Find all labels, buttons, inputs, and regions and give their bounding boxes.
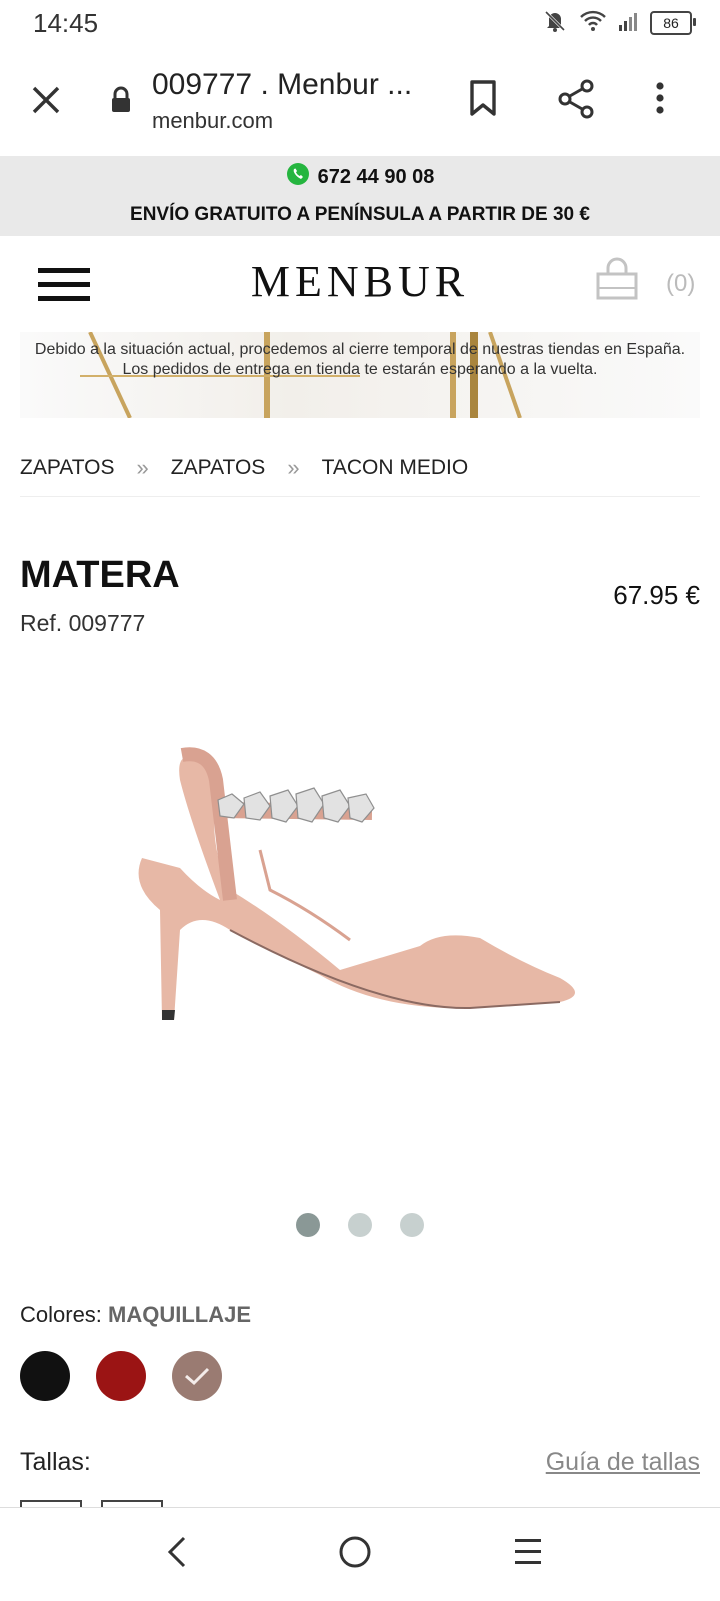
close-icon[interactable] bbox=[28, 82, 64, 123]
url-domain[interactable]: menbur.com bbox=[152, 108, 273, 134]
shopping-bag-icon[interactable] bbox=[594, 256, 640, 307]
product-price: 67.95 € bbox=[613, 580, 700, 610]
gallery-dot[interactable] bbox=[348, 1213, 372, 1237]
browser-toolbar: 009777 . Menbur ... menbur.com bbox=[0, 46, 720, 158]
overflow-menu-icon[interactable] bbox=[650, 80, 670, 125]
colors-label: Colores: MAQUILLAJE bbox=[20, 1302, 251, 1328]
selected-color-name: MAQUILLAJE bbox=[108, 1302, 252, 1327]
size-guide-link[interactable]: Guía de tallas bbox=[546, 1448, 700, 1477]
status-time: 14:45 bbox=[33, 8, 99, 38]
page-title[interactable]: 009777 . Menbur ... bbox=[152, 68, 432, 102]
bookmark-icon[interactable] bbox=[466, 78, 500, 123]
color-swatches bbox=[20, 1351, 222, 1401]
breadcrumb-separator: » bbox=[287, 455, 300, 480]
gallery-dot[interactable] bbox=[400, 1213, 424, 1237]
product-image[interactable] bbox=[120, 740, 590, 1050]
notice-text: Debido a la situación actual, procedemos… bbox=[34, 341, 686, 378]
system-nav-bar bbox=[0, 1507, 720, 1601]
color-swatch-black[interactable] bbox=[20, 1351, 70, 1401]
promo-phone[interactable]: 672 44 90 08 bbox=[0, 162, 720, 192]
lock-icon bbox=[110, 86, 132, 119]
status-icons: 86 bbox=[542, 8, 696, 39]
signal-icon bbox=[618, 10, 640, 37]
shipping-notice: ENVÍO GRATUITO A PENÍNSULA A PARTIR DE 3… bbox=[130, 204, 590, 225]
breadcrumb-item[interactable]: ZAPATOS bbox=[171, 456, 266, 480]
wifi-icon bbox=[578, 8, 608, 39]
breadcrumb-separator: » bbox=[136, 455, 149, 480]
breadcrumb-item[interactable]: ZAPATOS bbox=[20, 456, 115, 480]
color-swatch-red[interactable] bbox=[96, 1351, 146, 1401]
mute-notifications-icon bbox=[542, 8, 568, 39]
gallery-dots bbox=[0, 1213, 720, 1237]
home-icon[interactable] bbox=[337, 1534, 373, 1575]
back-icon[interactable] bbox=[164, 1532, 190, 1577]
gallery-dot[interactable] bbox=[296, 1213, 320, 1237]
check-icon bbox=[185, 1367, 210, 1386]
sizes-label: Tallas: bbox=[20, 1448, 91, 1476]
whatsapp-icon bbox=[286, 162, 310, 192]
breadcrumb-item-current[interactable]: TACON MEDIO bbox=[322, 456, 469, 480]
color-swatch-maquillaje[interactable] bbox=[172, 1351, 222, 1401]
product-ref: Ref. 009777 bbox=[20, 610, 146, 636]
recents-icon[interactable] bbox=[513, 1536, 543, 1573]
battery-icon: 86 bbox=[650, 11, 696, 35]
share-icon[interactable] bbox=[556, 78, 596, 125]
cart-count[interactable]: (0) bbox=[666, 270, 695, 298]
colors-label-text: Colores: bbox=[20, 1302, 102, 1327]
status-bar: 14:45 86 bbox=[0, 0, 720, 46]
phone-number: 672 44 90 08 bbox=[317, 165, 435, 188]
product-name: MATERA bbox=[20, 554, 180, 596]
breadcrumb: ZAPATOS » ZAPATOS » TACON MEDIO bbox=[20, 440, 700, 497]
